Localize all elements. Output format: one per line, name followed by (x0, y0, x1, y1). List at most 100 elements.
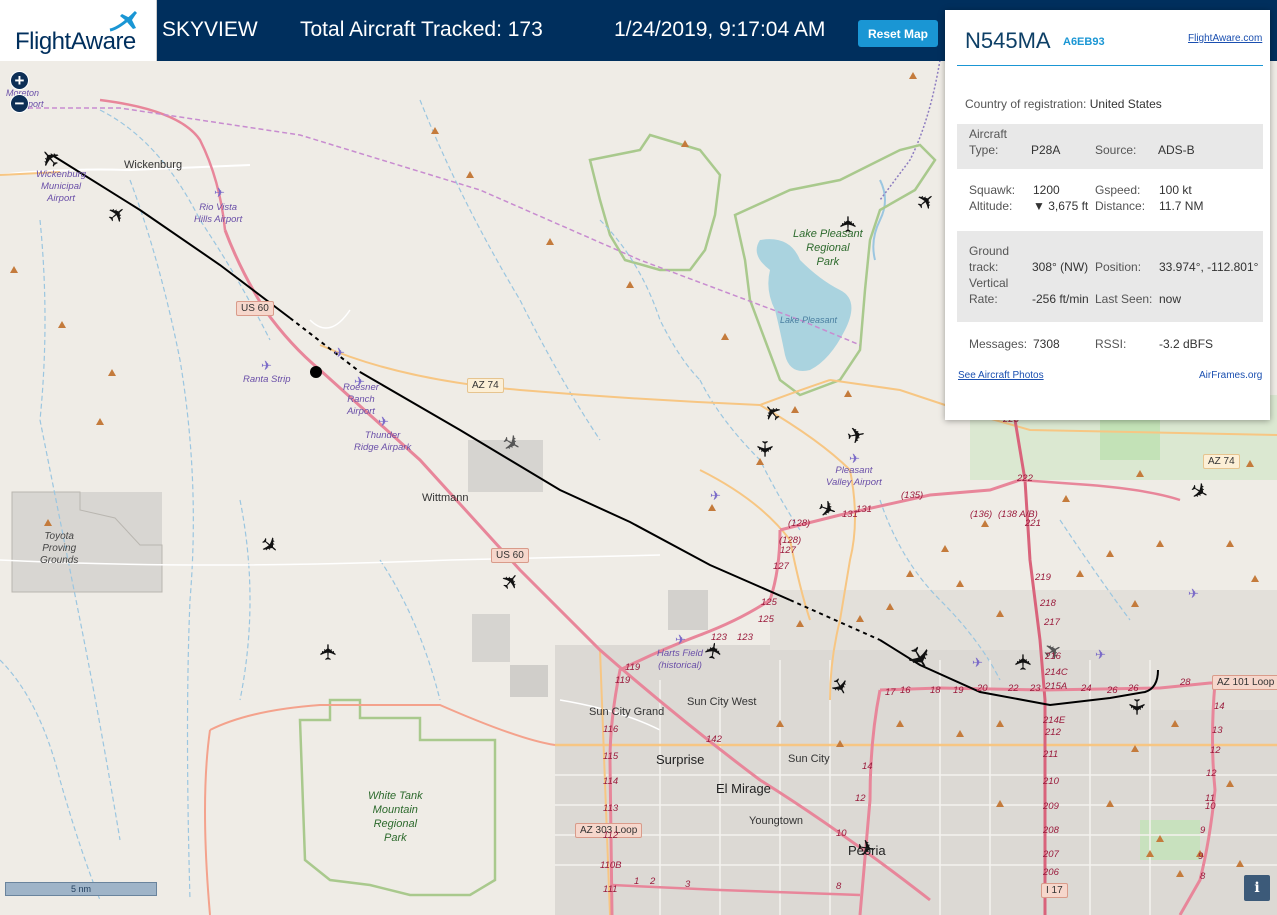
road-number: 26 (1107, 685, 1118, 696)
road-number: 127 (773, 561, 789, 572)
airport-label-harts-field: Harts Field (historical) (657, 648, 703, 671)
squawk-altitude-block: Squawk: 1200 Gspeed: 100 kt Altitude: ▼ … (957, 176, 1263, 226)
zoom-out-button[interactable]: − (10, 94, 29, 113)
road-number: 206 (1043, 867, 1059, 878)
ground-track-value: 308° (NW) (1032, 260, 1089, 274)
aircraft-icon[interactable]: ✈ (751, 440, 777, 458)
country-value: United States (1089, 97, 1162, 111)
road-number: 14 (1214, 701, 1225, 712)
vertical-rate-value: -256 ft/min (1032, 292, 1089, 306)
distance-label: Distance: (1095, 199, 1146, 213)
road-number: 212 (1045, 727, 1061, 738)
position-value: 33.974°, -112.801° (1159, 260, 1259, 274)
aircraft-icon[interactable]: ✈ (316, 643, 342, 661)
road-number: 3 (685, 879, 691, 890)
road-number: 222 (1017, 473, 1033, 484)
road-number: 215A (1045, 681, 1068, 692)
road-number: 22 (1008, 683, 1019, 694)
road-sign-az74: AZ 74 (467, 378, 504, 393)
road-number: 116 (603, 724, 619, 735)
messages-value: 7308 (1033, 337, 1060, 351)
road-number: 214E (1043, 715, 1066, 726)
source-label: Source: (1095, 143, 1137, 157)
flightaware-link[interactable]: FlightAware.com (1188, 33, 1262, 44)
see-aircraft-photos-link[interactable]: See Aircraft Photos (958, 370, 1044, 381)
road-number: 219 (1035, 572, 1051, 583)
airport-icon: ✈ (378, 414, 389, 429)
road-number: 9 (1198, 851, 1204, 862)
road-number: 19 (953, 685, 964, 696)
airport-icon: ✈ (261, 358, 272, 373)
town-label: Youngtown (749, 815, 804, 827)
road-number: 131 (856, 504, 872, 515)
airport-icon: ✈ (1095, 647, 1106, 662)
aircraft-icon[interactable]: ✈ (1123, 698, 1149, 716)
road-number: 115 (603, 751, 619, 762)
town-label: Sun City West (687, 696, 757, 708)
airport-label-pleasant-valley: Pleasant Valley Airport (826, 465, 882, 488)
town-label: El Mirage (716, 781, 771, 796)
airport-icon: ✈ (710, 488, 721, 503)
road-number: 9 (1200, 825, 1206, 836)
aircraft-type-label: Aircraft Type: (969, 127, 1008, 157)
road-number: 12 (1210, 745, 1221, 756)
aircraft-icon[interactable]: ✈ (1011, 653, 1037, 671)
road-number: 123 (737, 632, 753, 643)
road-number: 111 (603, 884, 618, 895)
road-number: 2 (650, 876, 656, 887)
source-value: ADS-B (1158, 143, 1195, 157)
park-label-white-tank: White Tank Mountain Regional Park (368, 790, 423, 844)
reset-map-button[interactable]: Reset Map (858, 20, 938, 47)
road-number: 131 (842, 509, 858, 520)
airport-icon: ✈ (972, 655, 983, 670)
distance-value: 11.7 NM (1159, 199, 1204, 213)
road-number: (136) (970, 509, 993, 520)
road-number: 114 (603, 776, 619, 787)
rssi-value: -3.2 dBFS (1159, 337, 1214, 351)
messages-label: Messages: (969, 337, 1028, 351)
position-label: Position: (1095, 260, 1142, 274)
last-seen-label: Last Seen: (1095, 292, 1153, 306)
town-label: Sun City (788, 753, 830, 765)
squawk-label: Squawk: (969, 183, 1016, 197)
road-number: 10 (836, 828, 847, 839)
aircraft-type-value: P28A (1031, 143, 1061, 157)
road-number: 24 (1081, 683, 1092, 694)
road-number: 125 (758, 614, 774, 625)
road-number: 209 (1043, 801, 1059, 812)
road-number: (128) (788, 518, 811, 529)
zoom-in-button[interactable]: + (10, 71, 29, 90)
road-number: 207 (1043, 849, 1059, 860)
airframes-link[interactable]: AirFrames.org (1199, 370, 1262, 381)
flightaware-logo[interactable]: FlightAware (0, 0, 157, 61)
road-number: 110B (600, 860, 622, 871)
road-sign-us60: US 60 (491, 548, 529, 563)
airport-label-rio-vista: Rio Vista Hills Airport (194, 202, 243, 225)
ground-track-label: Ground track: (969, 244, 1010, 274)
town-label: Sun City Grand (589, 706, 665, 718)
airport-label-ranta: Ranta Strip (243, 374, 291, 385)
track-position-block: Ground track: 308° (NW) Position: 33.974°… (957, 231, 1263, 322)
road-number: 127 (780, 545, 796, 556)
map-info-button[interactable]: i (1244, 875, 1270, 901)
aircraft-callsign: N545MA (965, 28, 1051, 53)
road-number: 8 (1200, 871, 1206, 882)
road-number: 10 (1205, 801, 1216, 812)
road-number: 113 (603, 803, 619, 814)
area-label-toyota: Toyota Proving Grounds (40, 531, 79, 566)
road-number: 218 (1040, 598, 1056, 609)
aircraft-hex-code: A6EB93 (1063, 36, 1105, 48)
country-row: Country of registration: United States (965, 97, 1162, 111)
road-sign-us60: US 60 (236, 301, 274, 316)
map-scale-bar: 5 nm (5, 882, 157, 896)
messages-block: Messages: 7308 RSSI: -3.2 dBFS (957, 328, 1263, 358)
lake-label: Lake Pleasant (780, 315, 838, 325)
airport-icon: ✈ (214, 185, 225, 200)
road-sign-i17: I 17 (1041, 883, 1068, 898)
road-number: 12 (855, 793, 866, 804)
road-number: 217 (1044, 617, 1060, 628)
road-number: 119 (625, 662, 641, 673)
road-number: 216 (1045, 651, 1061, 662)
airport-label-thunder-ridge: Thunder Ridge Airpark (354, 430, 412, 453)
altitude-label: Altitude: (969, 199, 1013, 213)
